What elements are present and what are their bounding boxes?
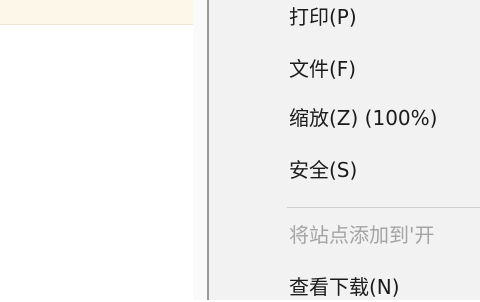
page-content-area <box>0 0 208 300</box>
menu-item-file[interactable]: 文件(F) <box>289 54 356 84</box>
menu-separator <box>287 207 480 208</box>
menu-item-zoom[interactable]: 缩放(Z) (100%) <box>289 103 437 133</box>
menu-item-add-site: 将站点添加到'开 <box>289 223 435 247</box>
menu-item-safety[interactable]: 安全(S) <box>289 155 357 185</box>
page-edge <box>193 0 207 300</box>
menu-item-view-downloads[interactable]: 查看下载(N) <box>289 272 400 302</box>
tools-menu: 打印(P) 文件(F) 缩放(Z) (100%) 安全(S) 将站点添加到'开 … <box>209 0 480 300</box>
highlighted-row <box>0 0 193 25</box>
menu-item-print[interactable]: 打印(P) <box>289 2 357 32</box>
